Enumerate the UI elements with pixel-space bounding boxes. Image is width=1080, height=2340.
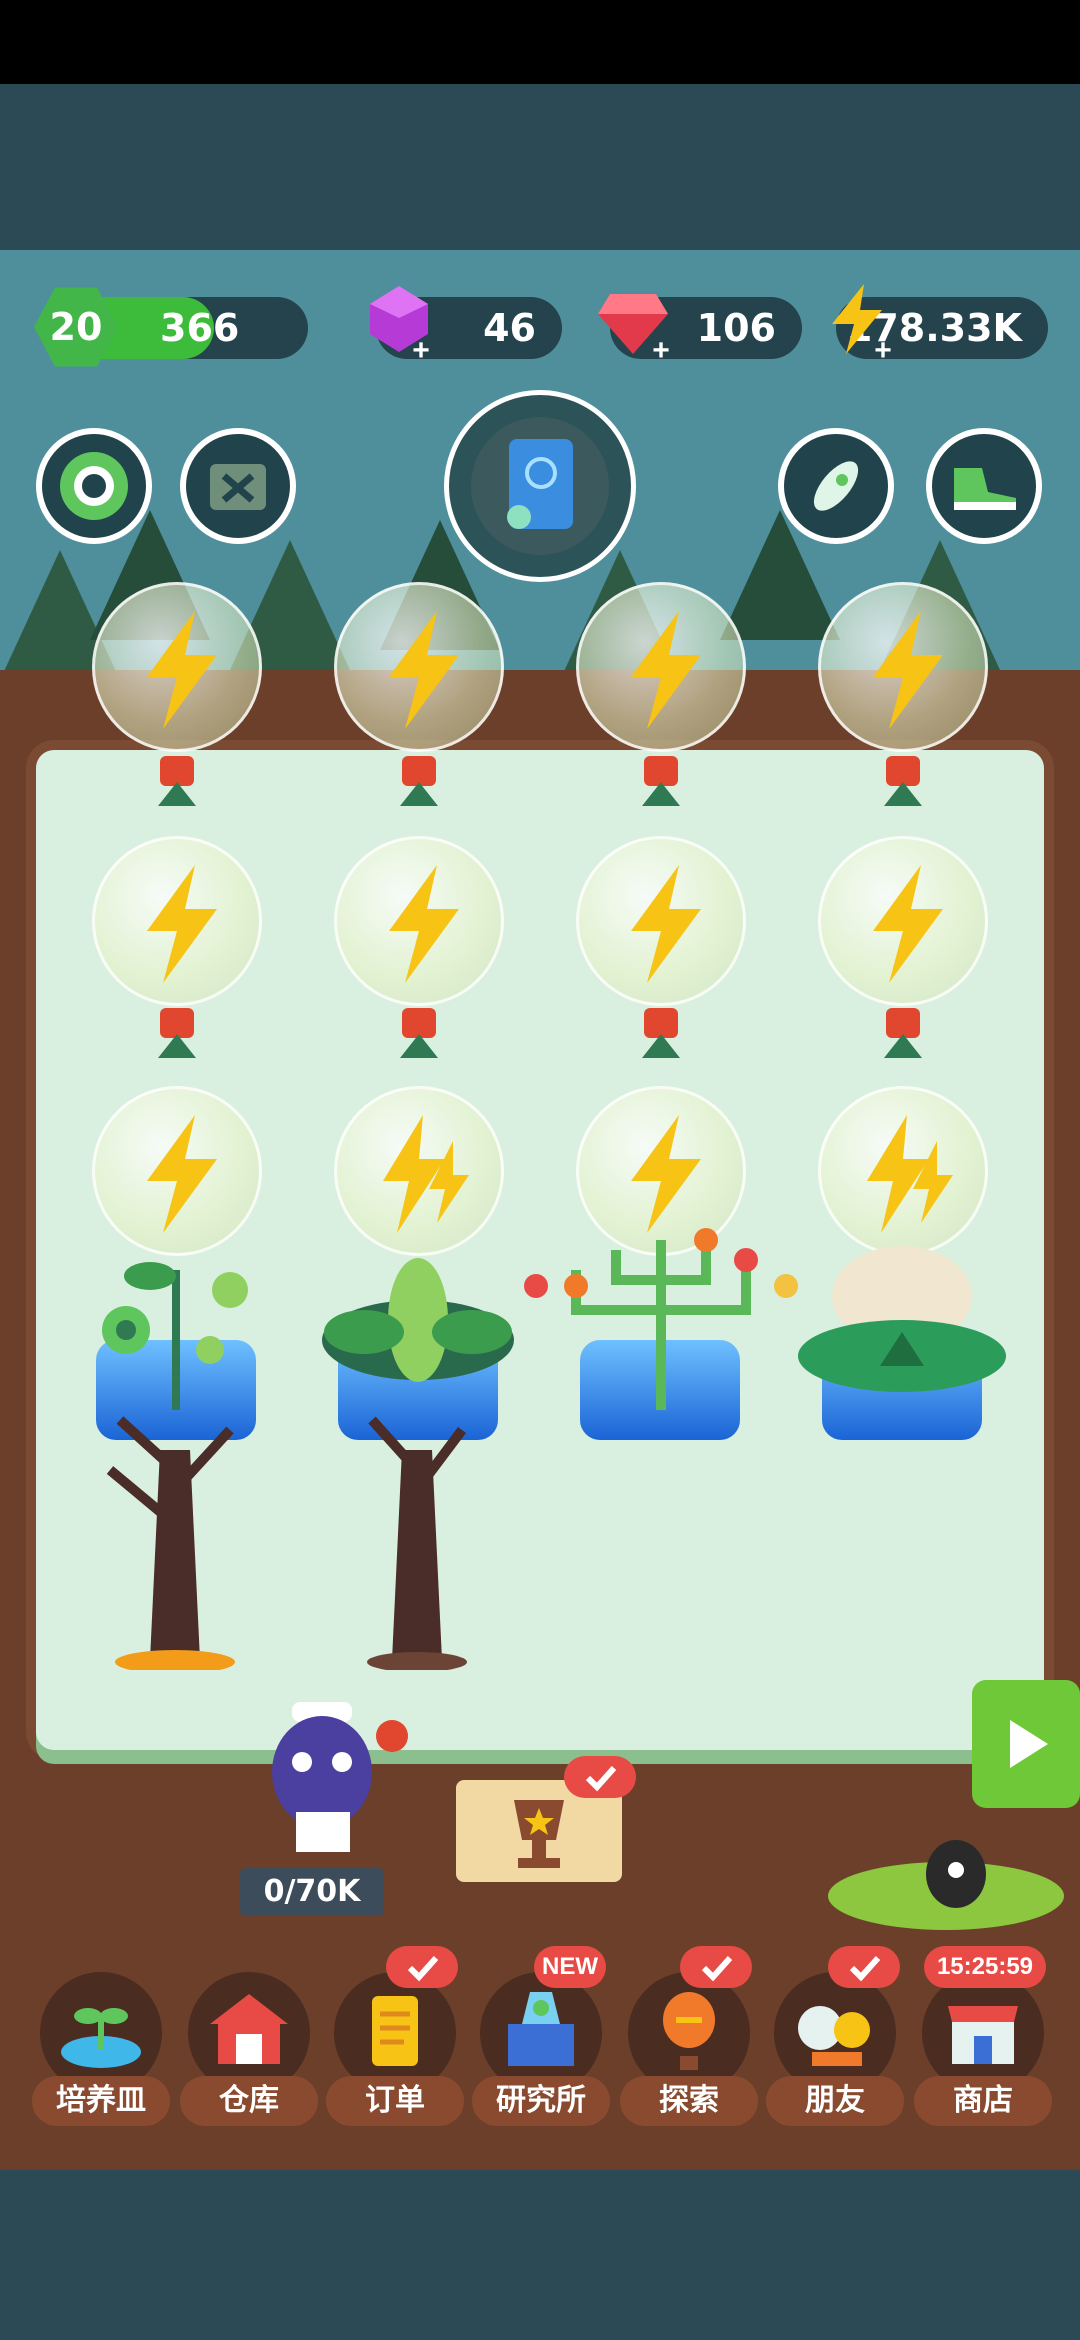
double-lightning-bolt-icon bbox=[867, 1115, 953, 1233]
status-bar bbox=[0, 0, 1080, 84]
red-flower-icon bbox=[884, 1008, 922, 1058]
lightning-bolt-icon bbox=[389, 865, 459, 983]
lightning-bolt-icon bbox=[631, 611, 701, 729]
energy-bubble[interactable] bbox=[92, 836, 262, 1006]
red-flower-icon bbox=[158, 756, 196, 806]
add-gems-icon[interactable]: + bbox=[408, 336, 434, 366]
header-background bbox=[0, 84, 1080, 250]
nav-item-warehouse[interactable]: 仓库 bbox=[180, 1972, 318, 2162]
energy-bubble[interactable] bbox=[576, 582, 746, 752]
codex-button-inner bbox=[471, 417, 609, 555]
sapling-plant-icon[interactable] bbox=[90, 1230, 262, 1410]
lightning-bolt-icon bbox=[631, 865, 701, 983]
nav-item-petri-dish[interactable]: 培养皿 bbox=[32, 1972, 170, 2162]
gear-icon bbox=[60, 452, 128, 520]
energy-bubble[interactable] bbox=[334, 582, 504, 752]
no-ads-icon bbox=[210, 464, 266, 510]
codex-button[interactable] bbox=[444, 390, 636, 582]
cactus-plant-icon[interactable] bbox=[516, 1200, 806, 1410]
nav-item-orders[interactable]: 订单 bbox=[326, 1972, 464, 2162]
checkmark-icon bbox=[585, 1765, 617, 1792]
nav-label: 商店 bbox=[914, 2076, 1052, 2126]
next-area-button[interactable] bbox=[972, 1680, 1080, 1808]
withered-tree-icon[interactable] bbox=[100, 1410, 250, 1670]
rocket-button[interactable] bbox=[778, 428, 894, 544]
nav-item-research-lab[interactable]: 研究所 bbox=[472, 1972, 610, 2162]
sneaker-icon bbox=[954, 468, 1016, 510]
footer-background bbox=[0, 2170, 1080, 2340]
xp-value: 366 bbox=[160, 306, 240, 350]
nav-item-friends[interactable]: 朋友 bbox=[766, 1972, 904, 2162]
lightning-bolt-icon bbox=[389, 611, 459, 729]
checkmark-icon bbox=[849, 1955, 881, 1982]
red-flower-icon bbox=[642, 1008, 680, 1058]
checkmark-icon bbox=[407, 1955, 439, 1982]
lightning-bolt-icon bbox=[147, 865, 217, 983]
settings-button[interactable] bbox=[36, 428, 152, 544]
creature-burrow-icon[interactable] bbox=[824, 1826, 1068, 1936]
collector-character-icon[interactable] bbox=[252, 1692, 412, 1872]
energy-bubble[interactable] bbox=[576, 836, 746, 1006]
lightning-bolt-icon bbox=[147, 1115, 217, 1233]
nav-label: 订单 bbox=[326, 2076, 464, 2126]
red-flower-icon bbox=[158, 1008, 196, 1058]
play-arrow-icon bbox=[1010, 1720, 1048, 1768]
shop-timer-badge: 15:25:59 bbox=[924, 1946, 1046, 1988]
energy-bubble[interactable] bbox=[334, 1086, 504, 1256]
red-flower-icon bbox=[642, 756, 680, 806]
nav-label: 探索 bbox=[620, 2076, 758, 2126]
nav-item-explore[interactable]: 探索 bbox=[620, 1972, 758, 2162]
nav-label: 研究所 bbox=[472, 2076, 610, 2126]
friends-check-badge bbox=[828, 1946, 900, 1988]
energy-bubble[interactable] bbox=[818, 1086, 988, 1256]
add-energy-icon[interactable]: + bbox=[870, 336, 896, 366]
rocket-icon bbox=[813, 461, 859, 511]
energy-bubble[interactable] bbox=[818, 836, 988, 1006]
energy-bubble[interactable] bbox=[334, 836, 504, 1006]
double-lightning-bolt-icon bbox=[383, 1115, 469, 1233]
achievements-check-badge bbox=[564, 1756, 636, 1798]
red-flower-icon bbox=[400, 1008, 438, 1058]
explore-check-badge bbox=[680, 1946, 752, 1988]
lightning-bolt-icon bbox=[873, 865, 943, 983]
remove-ads-button[interactable] bbox=[180, 428, 296, 544]
nav-label: 仓库 bbox=[180, 2076, 318, 2126]
sneaker-button[interactable] bbox=[926, 428, 1042, 544]
collector-progress: 0/70K bbox=[240, 1868, 384, 1916]
nav-label: 朋友 bbox=[766, 2076, 904, 2126]
energy-bubble[interactable] bbox=[92, 582, 262, 752]
lightning-bolt-icon bbox=[873, 611, 943, 729]
book-icon bbox=[507, 439, 573, 529]
red-flower-icon bbox=[884, 756, 922, 806]
new-badge: NEW bbox=[534, 1946, 606, 1988]
orders-check-badge bbox=[386, 1946, 458, 1988]
red-flower-icon bbox=[400, 756, 438, 806]
energy-bubble[interactable] bbox=[818, 582, 988, 752]
lightning-bolt-icon bbox=[147, 611, 217, 729]
red-gem-value: 106 bbox=[696, 306, 776, 350]
purple-gem-value: 46 bbox=[483, 306, 536, 350]
nav-label: 培养皿 bbox=[32, 2076, 170, 2126]
leafy-plant-icon[interactable] bbox=[318, 1250, 518, 1400]
withered-tree-icon[interactable] bbox=[342, 1410, 492, 1670]
nav-item-shop[interactable]: 商店 bbox=[914, 1972, 1052, 2162]
cotton-plant-icon[interactable] bbox=[796, 1236, 1008, 1406]
add-red-gems-icon[interactable]: + bbox=[648, 336, 674, 366]
checkmark-icon bbox=[701, 1955, 733, 1982]
